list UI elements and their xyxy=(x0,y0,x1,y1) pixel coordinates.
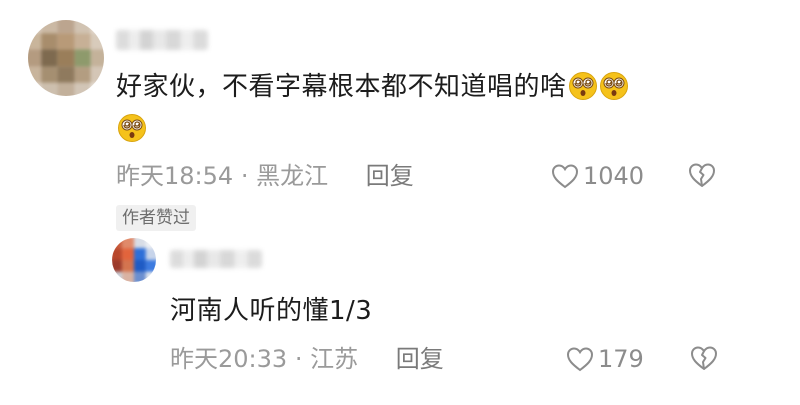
commenter-avatar[interactable] xyxy=(28,20,104,96)
dizzy-face-icon xyxy=(599,71,629,101)
author-liked-tag: 作者赞过 xyxy=(116,205,196,231)
like-button[interactable]: 179 xyxy=(566,344,644,374)
heart-outline-icon xyxy=(566,347,594,372)
reply-button[interactable]: 回复 xyxy=(396,345,444,373)
comment-location: 黑龙江 xyxy=(256,162,329,190)
dizzy-face-icon xyxy=(568,71,598,101)
heart-outline-icon xyxy=(551,164,579,189)
like-count: 1040 xyxy=(583,162,645,190)
like-count: 179 xyxy=(598,345,644,373)
dizzy-face-icon xyxy=(117,113,147,143)
comment-body: 好家伙，不看字幕根本都不知道唱的啥 xyxy=(116,72,567,102)
comment-meta: 昨天18:54 · 黑龙江 回复 xyxy=(116,161,414,191)
meta-separator: · xyxy=(294,345,303,373)
reply-text: 河南人听的懂1/3 xyxy=(170,296,373,326)
replier-avatar[interactable] xyxy=(112,238,156,282)
broken-heart-icon xyxy=(689,163,716,187)
comment-time: 昨天18:54 xyxy=(116,162,234,190)
reply-location: 江苏 xyxy=(310,345,359,373)
comment-text: 好家伙，不看字幕根本都不知道唱的啥 xyxy=(116,66,716,150)
reply-meta: 昨天20:33 · 江苏 回复 xyxy=(170,344,444,374)
dislike-button[interactable] xyxy=(690,345,718,375)
like-button[interactable]: 1040 xyxy=(551,161,644,191)
replier-username-blurred[interactable] xyxy=(170,250,262,268)
reply-time: 昨天20:33 xyxy=(170,345,288,373)
meta-separator: · xyxy=(240,162,249,190)
reply-button[interactable]: 回复 xyxy=(366,162,414,190)
broken-heart-icon xyxy=(691,346,718,370)
dislike-button[interactable] xyxy=(688,162,716,192)
commenter-username-blurred[interactable] xyxy=(116,30,208,50)
